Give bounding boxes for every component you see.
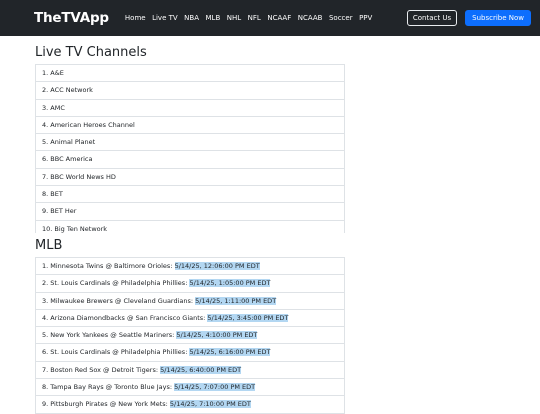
game-time: 5/14/25, 3:45:00 PM EDT <box>207 313 289 322</box>
channel-item[interactable]: 7. BBC World News HD <box>35 168 345 187</box>
mlb-heading: MLB <box>35 238 63 253</box>
game-time: 5/14/25, 12:06:00 PM EDT <box>174 262 260 270</box>
game-item[interactable]: 6. St. Louis Cardinals @ Philadelphia Ph… <box>35 344 345 362</box>
game-item[interactable]: 1. Minnesota Twins @ Baltimore Orioles: … <box>35 258 345 276</box>
channel-item[interactable]: 10. Big Ten Network <box>35 220 345 233</box>
channel-item[interactable]: 6. BBC America <box>35 151 345 169</box>
game-matchup: 3. Milwaukee Brewers @ Cleveland Guardia… <box>42 296 196 305</box>
game-item[interactable]: 8. Tampa Bay Rays @ Toronto Blue Jays: 5… <box>35 379 345 397</box>
game-time: 5/14/25, 4:10:00 PM EDT <box>176 331 258 340</box>
nav-nfl[interactable]: NFL <box>248 14 261 22</box>
game-matchup: 5. New York Yankees @ Seattle Mariners: <box>42 331 177 340</box>
game-time: 5/14/25, 6:16:00 PM EDT <box>189 348 271 357</box>
nav-ppv[interactable]: PPV <box>359 14 372 22</box>
game-item[interactable]: 5. New York Yankees @ Seattle Mariners: … <box>35 327 345 345</box>
nav-ncaab[interactable]: NCAAB <box>298 14 323 22</box>
channel-item[interactable]: 4. American Heroes Channel <box>35 116 345 135</box>
game-item[interactable]: 7. Boston Red Sox @ Detroit Tigers: 5/14… <box>35 361 345 380</box>
game-time: 5/14/25, 7:10:00 PM EDT <box>169 400 251 409</box>
game-time: 5/14/25, 1:05:00 PM EDT <box>189 279 271 288</box>
channel-item[interactable]: 2. ACC Network <box>35 82 345 100</box>
game-matchup: 7. Boston Red Sox @ Detroit Tigers: <box>42 365 161 374</box>
game-matchup: 9. Pittsburgh Pirates @ New York Mets: <box>42 400 170 409</box>
game-item[interactable]: 4. Arizona Diamondbacks @ San Francisco … <box>35 309 345 328</box>
game-matchup: 8. Tampa Bay Rays @ Toronto Blue Jays: <box>42 383 175 392</box>
game-time: 5/14/25, 1:11:00 PM EDT <box>195 296 277 305</box>
top-navbar: TheTVApp Home Live TV NBA MLB NHL NFL NC… <box>0 0 540 36</box>
channel-item[interactable]: 8. BET <box>35 186 345 204</box>
game-item[interactable]: 9. Pittsburgh Pirates @ New York Mets: 5… <box>35 396 345 414</box>
nav-soccer[interactable]: Soccer <box>329 14 353 22</box>
game-item[interactable]: 2. St. Louis Cardinals @ Philadelphia Ph… <box>35 275 345 293</box>
live-tv-heading: Live TV Channels <box>35 45 147 60</box>
nav-nhl[interactable]: NHL <box>227 14 241 22</box>
mlb-game-list: 1. Minnesota Twins @ Baltimore Orioles: … <box>35 257 345 414</box>
game-matchup: 1. Minnesota Twins @ Baltimore Orioles: <box>42 262 175 270</box>
nav-ncaaf[interactable]: NCAAF <box>267 14 291 22</box>
game-item[interactable]: 3. Milwaukee Brewers @ Cleveland Guardia… <box>35 292 345 310</box>
nav-home[interactable]: Home <box>125 14 146 22</box>
nav-live-tv[interactable]: Live TV <box>152 14 178 22</box>
subscribe-now-button[interactable]: Subscribe Now <box>465 10 531 26</box>
channel-item[interactable]: 5. Animal Planet <box>35 134 345 152</box>
channel-item[interactable]: 1. A&E <box>35 65 345 83</box>
game-time: 5/14/25, 6:40:00 PM EDT <box>160 365 242 374</box>
game-matchup: 6. St. Louis Cardinals @ Philadelphia Ph… <box>42 348 190 357</box>
channel-list: 1. A&E 2. ACC Network 3. AMC 4. American… <box>35 64 345 233</box>
nav-links: Home Live TV NBA MLB NHL NFL NCAAF NCAAB… <box>125 14 407 22</box>
nav-mlb[interactable]: MLB <box>206 14 221 22</box>
brand-logo[interactable]: TheTVApp <box>34 10 109 26</box>
game-matchup: 4. Arizona Diamondbacks @ San Francisco … <box>42 313 208 322</box>
game-time: 5/14/25, 7:07:00 PM EDT <box>174 383 256 392</box>
nav-nba[interactable]: NBA <box>184 14 199 22</box>
channel-item[interactable]: 9. BET Her <box>35 203 345 221</box>
channel-item[interactable]: 3. AMC <box>35 99 345 117</box>
game-matchup: 2. St. Louis Cardinals @ Philadelphia Ph… <box>42 279 190 288</box>
contact-us-button[interactable]: Contact Us <box>406 10 458 26</box>
